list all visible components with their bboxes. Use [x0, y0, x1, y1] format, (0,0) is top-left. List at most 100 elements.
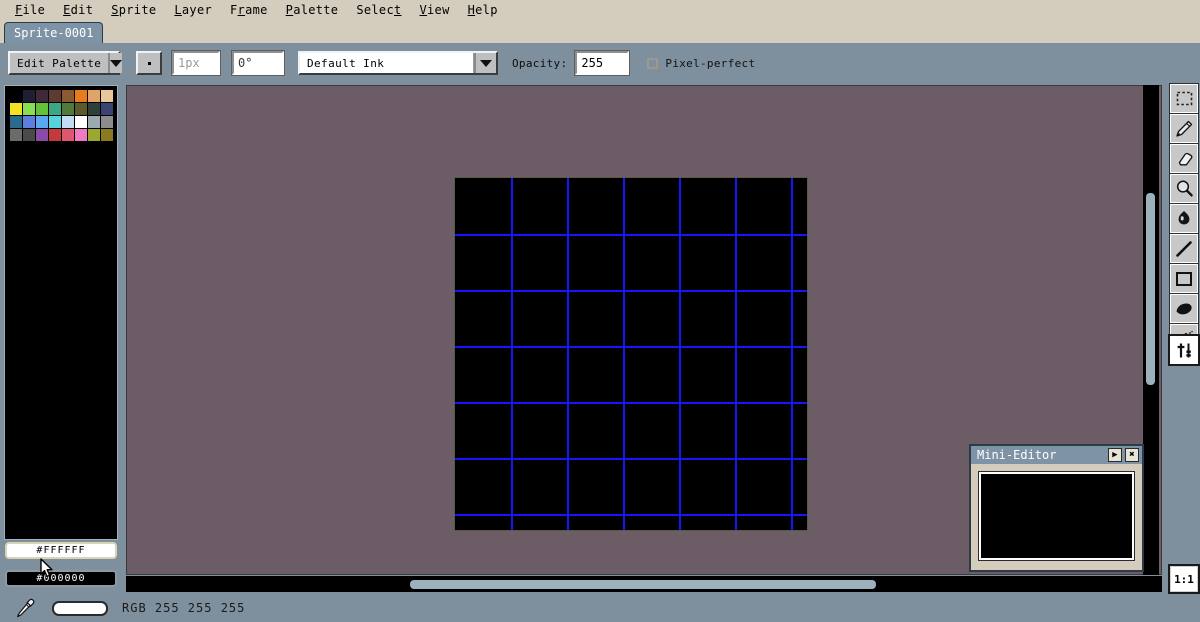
ink-type-dropdown[interactable]: Default Ink [298, 51, 498, 75]
chevron-down-icon[interactable] [108, 53, 123, 73]
palette-swatch[interactable] [88, 129, 100, 141]
palette-swatch[interactable] [101, 129, 113, 141]
grid-line-horizontal [455, 402, 807, 404]
palette-swatch[interactable] [10, 90, 22, 102]
palette-swatch[interactable] [75, 116, 87, 128]
brush-size-input[interactable]: 1px [171, 50, 221, 76]
eraser-icon[interactable] [1169, 143, 1199, 174]
close-icon[interactable]: ✖ [1125, 448, 1139, 462]
palette-swatch[interactable] [49, 116, 61, 128]
aseprite-window: File Edit Sprite Layer Frame Palette Select Vie… [0, 0, 1200, 622]
marquee-select-icon[interactable] [1169, 83, 1199, 114]
opacity-label: Opacity: [512, 56, 568, 70]
palette-panel[interactable] [4, 85, 118, 540]
palette-swatch[interactable] [62, 103, 74, 115]
status-color-chip [52, 600, 108, 616]
background-color-swatch[interactable]: #000000 [5, 570, 117, 587]
mini-editor-panel[interactable]: Mini-Editor ▶ ✖ [969, 444, 1144, 572]
grid-line-horizontal [455, 458, 807, 460]
ink-type-label: Default Ink [300, 53, 474, 73]
status-rgb-readout: RGB 255 255 255 [122, 601, 246, 615]
palette-swatch[interactable] [101, 103, 113, 115]
grid-line-vertical [679, 178, 681, 530]
foreground-color-hex: #FFFFFF [36, 545, 86, 556]
mini-editor-canvas[interactable] [978, 471, 1135, 561]
palette-swatch[interactable] [88, 90, 100, 102]
edit-palette-dropdown[interactable]: Edit Palette [8, 51, 123, 75]
palette-swatch[interactable] [62, 90, 74, 102]
status-bar: RGB 255 255 255 [0, 594, 1200, 622]
pixel-perfect-checkbox[interactable] [647, 57, 659, 69]
menu-item-view[interactable]: View [411, 2, 459, 18]
palette-swatch[interactable] [75, 129, 87, 141]
palette-swatch[interactable] [62, 129, 74, 141]
palette-swatch[interactable] [10, 116, 22, 128]
palette-swatch[interactable] [49, 90, 61, 102]
grid-line-vertical [735, 178, 737, 530]
mini-editor-titlebar[interactable]: Mini-Editor ▶ ✖ [971, 446, 1142, 464]
sprite-canvas[interactable] [454, 177, 808, 531]
palette-swatch[interactable] [36, 116, 48, 128]
brush-preview-button[interactable] [136, 51, 162, 75]
tools-panel[interactable] [1169, 83, 1199, 354]
palette-swatch[interactable] [101, 116, 113, 128]
palette-swatch[interactable] [75, 103, 87, 115]
blur-icon[interactable] [1169, 293, 1199, 324]
palette-swatch[interactable] [49, 103, 61, 115]
palette-swatch[interactable] [23, 129, 35, 141]
palette-grid[interactable] [10, 90, 113, 141]
chevron-down-icon[interactable] [474, 53, 496, 73]
menu-item-sprite[interactable]: Sprite [102, 2, 165, 18]
palette-swatch[interactable] [10, 103, 22, 115]
brush-dot-icon [147, 61, 151, 65]
grid-line-vertical [567, 178, 569, 530]
pixel-perfect-label: Pixel-perfect [665, 56, 756, 70]
palette-swatch[interactable] [23, 103, 35, 115]
palette-swatch[interactable] [36, 90, 48, 102]
play-icon[interactable]: ▶ [1108, 448, 1122, 462]
palette-swatch[interactable] [101, 90, 113, 102]
brush-angle-input[interactable]: 0° [231, 50, 285, 76]
grid-line-horizontal [455, 346, 807, 348]
background-color-hex: #000000 [36, 573, 86, 584]
sliders-icon[interactable] [1168, 334, 1200, 366]
menu-item-file[interactable]: File [6, 2, 54, 18]
vertical-scrollbar[interactable] [1143, 85, 1159, 575]
tab-sprite-0001[interactable]: Sprite-0001 [4, 22, 104, 43]
palette-swatch[interactable] [10, 129, 22, 141]
palette-swatch[interactable] [23, 90, 35, 102]
edit-palette-label: Edit Palette [17, 56, 102, 70]
tab-label: Sprite-0001 [14, 26, 94, 40]
vertical-scrollbar-thumb[interactable] [1146, 193, 1155, 385]
palette-swatch[interactable] [62, 116, 74, 128]
line-icon[interactable] [1169, 233, 1199, 264]
palette-swatch[interactable] [36, 103, 48, 115]
brush-size-value: 1px [178, 56, 200, 70]
eyedropper-icon[interactable] [14, 597, 36, 619]
horizontal-scrollbar-thumb[interactable] [410, 580, 876, 589]
palette-swatch[interactable] [88, 116, 100, 128]
palette-swatch[interactable] [75, 90, 87, 102]
palette-swatch[interactable] [88, 103, 100, 115]
opacity-input[interactable]: 255 [574, 50, 631, 76]
zoom-ratio-button[interactable]: 1:1 [1168, 564, 1200, 594]
menu-item-frame[interactable]: Frame [221, 2, 277, 18]
pencil-icon[interactable] [1169, 113, 1199, 144]
menu-item-edit[interactable]: Edit [54, 2, 102, 18]
horizontal-scrollbar[interactable] [126, 576, 1162, 592]
palette-swatch[interactable] [49, 129, 61, 141]
palette-swatch[interactable] [36, 129, 48, 141]
palette-swatch[interactable] [23, 116, 35, 128]
tab-bar: Sprite-0001 [0, 20, 1200, 43]
grid-line-vertical [791, 178, 793, 530]
rectangle-icon[interactable] [1169, 263, 1199, 294]
menu-item-help[interactable]: Help [459, 2, 507, 18]
menu-item-layer[interactable]: Layer [165, 2, 221, 18]
foreground-color-swatch[interactable]: #FFFFFF [5, 542, 117, 559]
menu-item-palette[interactable]: Palette [277, 2, 348, 18]
menu-bar: File Edit Sprite Layer Frame Palette Select Vie… [0, 0, 1200, 20]
pixel-perfect-toggle[interactable]: Pixel-perfect [647, 57, 755, 70]
magnifier-icon[interactable] [1169, 173, 1199, 204]
paint-bucket-icon[interactable] [1169, 203, 1199, 234]
menu-item-select[interactable]: Select [347, 2, 410, 18]
